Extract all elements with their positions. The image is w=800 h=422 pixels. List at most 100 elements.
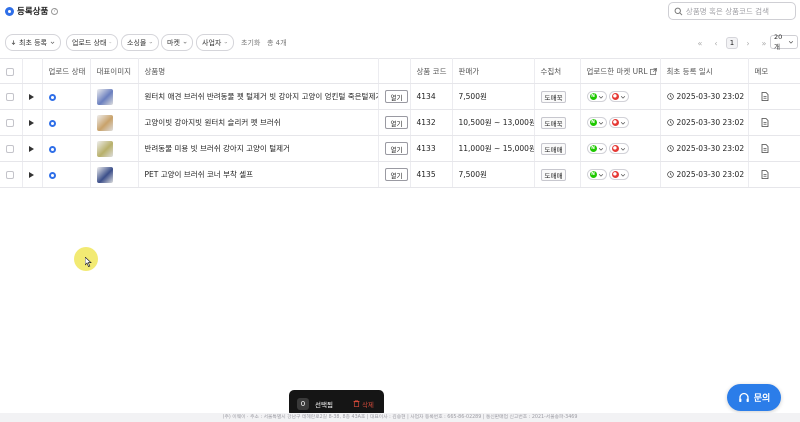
clock-icon bbox=[666, 170, 674, 178]
product-name-cell[interactable]: PET 고양이 브러쉬 코너 부착 셀프 bbox=[138, 161, 379, 188]
market-b-dropdown[interactable]: ● bbox=[608, 91, 629, 102]
market-url-cell: N ● bbox=[580, 135, 661, 162]
table-row[interactable]: 고양이빗 강아지빗 원터치 슬리커 펫 브러쉬 열기 4132 10,500원 ~ 1… bbox=[0, 109, 800, 136]
open-cell: 열기 bbox=[378, 109, 411, 136]
upload-status-cell bbox=[42, 161, 91, 188]
market-a-dropdown[interactable]: N bbox=[586, 117, 607, 128]
product-name-cell[interactable]: 반려동물 미용 빗 브러쉬 강아지 고양이 털제거 bbox=[138, 135, 379, 162]
expand-arrow-icon[interactable] bbox=[28, 146, 34, 152]
product-name[interactable]: PET 고양이 브러쉬 코너 부착 셀프 bbox=[145, 170, 254, 179]
row-checkbox-cell[interactable] bbox=[0, 161, 23, 188]
market-b-dropdown[interactable]: ● bbox=[608, 117, 629, 128]
product-thumbnail bbox=[96, 140, 113, 157]
first-page-button[interactable]: « bbox=[694, 37, 706, 49]
arrow-down-icon bbox=[11, 40, 16, 45]
open-button[interactable]: 열기 bbox=[384, 168, 409, 181]
row-checkbox[interactable] bbox=[6, 171, 14, 179]
product-thumbnail bbox=[96, 114, 113, 131]
market-a-dropdown[interactable]: N bbox=[586, 143, 607, 154]
open-cell: 열기 bbox=[378, 83, 411, 110]
market-b-dropdown[interactable]: ● bbox=[608, 169, 629, 180]
inquiry-button[interactable]: 문의 bbox=[727, 384, 781, 411]
upload-status-icon bbox=[48, 145, 56, 153]
product-code-cell: 4134 bbox=[410, 83, 453, 110]
column-header: 업로드한 마켓 URL bbox=[586, 66, 648, 76]
per-page-select[interactable]: 20개 bbox=[770, 33, 798, 51]
memo-cell[interactable] bbox=[748, 161, 800, 188]
memo-icon[interactable] bbox=[761, 118, 769, 128]
table-row[interactable]: PET 고양이 브러쉬 코너 부착 셀프 열기 4135 7,500원 도매매 N ● 202… bbox=[0, 161, 800, 188]
thumbnail-cell bbox=[90, 135, 139, 162]
memo-cell[interactable] bbox=[748, 83, 800, 110]
expand-cell[interactable] bbox=[22, 135, 43, 162]
row-checkbox[interactable] bbox=[6, 119, 14, 127]
table-row[interactable]: 원터치 애견 브러쉬 반려동물 펫 털제거 빗 강아지 고양이 엉킨털 죽은털제… bbox=[0, 83, 800, 110]
market-a-dropdown[interactable]: N bbox=[586, 169, 607, 180]
upload-status-filter[interactable]: 업로드 상태 bbox=[66, 34, 118, 51]
product-name[interactable]: 반려동물 미용 빗 브러쉬 강아지 고양이 털제거 bbox=[145, 144, 290, 153]
sort-dropdown[interactable]: 최초 등록 bbox=[5, 34, 61, 51]
top-bar: 등록상품 ? bbox=[0, 0, 800, 24]
expand-cell[interactable] bbox=[22, 161, 43, 188]
memo-cell[interactable] bbox=[748, 109, 800, 136]
memo-icon[interactable] bbox=[761, 170, 769, 180]
reset-button[interactable]: 초기화 bbox=[241, 38, 260, 48]
market-a-dropdown[interactable]: N bbox=[586, 91, 607, 102]
help-icon[interactable]: ? bbox=[51, 7, 59, 15]
row-checkbox-cell[interactable] bbox=[0, 83, 23, 110]
product-name[interactable]: 원터치 애견 브러쉬 반려동물 펫 털제거 빗 강아지 고양이 엉킨털 죽은털제… bbox=[145, 92, 378, 101]
open-button[interactable]: 열기 bbox=[384, 90, 409, 103]
product-name[interactable]: 고양이빗 강아지빗 원터치 슬리커 펫 브러쉬 bbox=[145, 118, 281, 127]
mouse-cursor-icon bbox=[85, 257, 92, 267]
memo-icon[interactable] bbox=[761, 92, 769, 102]
select-all-checkbox[interactable] bbox=[6, 67, 14, 76]
expand-arrow-icon[interactable] bbox=[28, 172, 34, 178]
open-button[interactable]: 열기 bbox=[384, 116, 409, 129]
memo-cell[interactable] bbox=[748, 135, 800, 162]
search-input[interactable] bbox=[685, 6, 795, 16]
table-row[interactable]: 반려동물 미용 빗 브러쉬 강아지 고양이 털제거 열기 4133 11,000원 ~… bbox=[0, 135, 800, 162]
business-filter[interactable]: 사업자 bbox=[196, 34, 234, 51]
market-b-icon: ● bbox=[611, 171, 619, 178]
delete-button[interactable]: 삭제 bbox=[353, 399, 374, 409]
market-filter[interactable]: 마켓 bbox=[161, 34, 193, 51]
row-checkbox[interactable] bbox=[6, 145, 14, 153]
memo-icon[interactable] bbox=[761, 144, 769, 154]
market-a-icon: N bbox=[589, 145, 597, 152]
sourcing-filter[interactable]: 소싱몰 bbox=[121, 34, 159, 51]
product-name-cell[interactable]: 고양이빗 강아지빗 원터치 슬리커 펫 브러쉬 bbox=[138, 109, 379, 136]
expand-arrow-icon[interactable] bbox=[28, 94, 34, 100]
next-page-button[interactable]: › bbox=[742, 37, 754, 49]
row-checkbox-cell[interactable] bbox=[0, 109, 23, 136]
price-cell: 7,500원 bbox=[452, 161, 535, 188]
price: 10,500원 ~ 13,000원 bbox=[458, 118, 534, 127]
market-b-dropdown[interactable]: ● bbox=[608, 143, 629, 154]
row-checkbox-cell[interactable] bbox=[0, 135, 23, 162]
upload-status-icon bbox=[48, 93, 56, 101]
expand-arrow-icon[interactable] bbox=[28, 120, 34, 126]
page-title-text: 등록상품 bbox=[17, 7, 49, 17]
source-tag: 도매매 bbox=[540, 168, 567, 181]
open-cell: 열기 bbox=[378, 161, 411, 188]
search-box[interactable] bbox=[668, 2, 796, 20]
price: 7,500원 bbox=[458, 92, 487, 101]
per-page-value: 20개 bbox=[774, 33, 783, 51]
upload-status-cell bbox=[42, 109, 91, 136]
upload-status-icon bbox=[48, 171, 56, 179]
clock-icon bbox=[666, 118, 674, 126]
registered-date-cell: 2025-03-30 23:02 bbox=[660, 161, 749, 188]
product-thumbnail bbox=[96, 166, 113, 183]
market-a-icon: N bbox=[589, 119, 597, 126]
select-all-checkbox-cell[interactable] bbox=[0, 58, 23, 84]
chevron-down-icon bbox=[620, 121, 625, 125]
expand-cell[interactable] bbox=[22, 109, 43, 136]
chevron-down-icon bbox=[149, 41, 153, 44]
last-page-button[interactable]: » bbox=[758, 37, 770, 49]
current-page[interactable]: 1 bbox=[726, 37, 738, 49]
open-button[interactable]: 열기 bbox=[384, 142, 409, 155]
product-name-cell[interactable]: 원터치 애견 브러쉬 반려동물 펫 털제거 빗 강아지 고양이 엉킨털 죽은털제… bbox=[138, 83, 379, 110]
upload-status-icon bbox=[48, 119, 56, 127]
prev-page-button[interactable]: ‹ bbox=[710, 37, 722, 49]
row-checkbox[interactable] bbox=[6, 93, 14, 101]
expand-cell[interactable] bbox=[22, 83, 43, 110]
